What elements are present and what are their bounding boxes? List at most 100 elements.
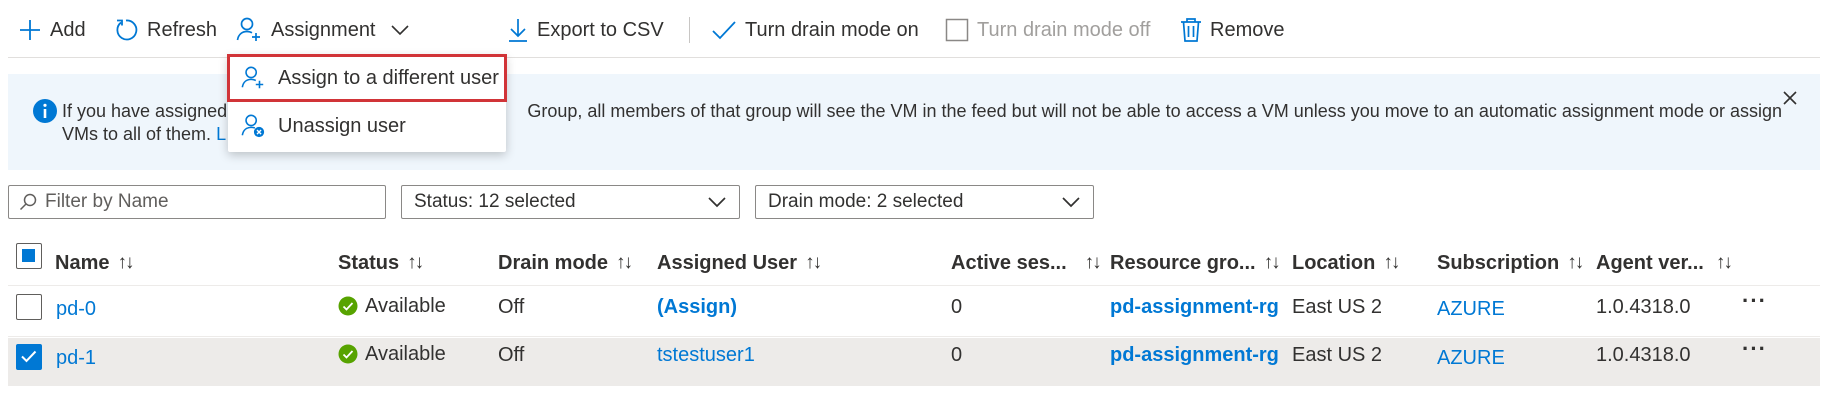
- refresh-label: Refresh: [147, 18, 218, 41]
- cell-user[interactable]: (Assign): [657, 292, 737, 322]
- plus-icon: [18, 18, 42, 42]
- column-header-name[interactable]: Name ↑↓: [55, 246, 134, 280]
- turn-drain-on-button[interactable]: Turn drain mode on: [711, 10, 919, 50]
- chevron-down-icon: [707, 196, 727, 208]
- add-button[interactable]: Add: [18, 10, 86, 50]
- cell-resource-group[interactable]: pd-assignment-rg: [1110, 292, 1279, 322]
- column-header-subscription[interactable]: Subscription ↑↓: [1437, 246, 1584, 280]
- filter-by-name-input[interactable]: Filter by Name: [8, 185, 386, 219]
- search-icon: [19, 193, 37, 211]
- sort-icon: ↑↓: [407, 252, 424, 273]
- column-label: Status: [338, 251, 400, 274]
- column-header-agent-version[interactable]: Agent ver... ↑↓: [1596, 246, 1733, 280]
- available-icon: [338, 296, 358, 316]
- column-header-active-sessions[interactable]: Active ses... ↑↓: [951, 246, 1102, 280]
- available-icon: [338, 344, 358, 364]
- sort-icon: ↑↓: [1383, 252, 1400, 273]
- status-text: Available: [365, 294, 446, 317]
- close-icon[interactable]: [1782, 90, 1798, 106]
- select-all-checkbox[interactable]: [16, 243, 42, 269]
- cell-name[interactable]: pd-0: [56, 294, 96, 324]
- cell-name[interactable]: pd-1: [56, 343, 96, 373]
- sessions-text: 0: [951, 295, 963, 318]
- turn-drain-off-button[interactable]: Turn drain mode off: [945, 10, 1150, 50]
- menu-item-unassign-user[interactable]: Unassign user: [228, 103, 506, 149]
- row-checkbox[interactable]: [16, 294, 42, 320]
- vm-name-link[interactable]: pd-0: [56, 298, 96, 321]
- assigned-user-link[interactable]: tstestuser1: [657, 344, 755, 367]
- cell-status: Available: [338, 291, 446, 321]
- row-checkbox[interactable]: [16, 344, 42, 370]
- agent-text: 1.0.4318.0: [1596, 295, 1691, 318]
- cell-location: East US 2: [1292, 340, 1382, 370]
- checkmark-icon: [711, 19, 737, 41]
- cell-resource-group[interactable]: pd-assignment-rg: [1110, 340, 1279, 370]
- location-text: East US 2: [1292, 343, 1383, 366]
- column-label: Drain mode: [498, 251, 609, 274]
- column-label: Assigned User: [657, 251, 798, 274]
- sort-icon: ↑↓: [616, 252, 633, 273]
- remove-button[interactable]: Remove: [1180, 10, 1284, 50]
- column-header-resource-group[interactable]: Resource gro... ↑↓: [1110, 246, 1281, 280]
- chevron-down-icon: [1061, 196, 1081, 208]
- sort-icon: ↑↓: [1715, 252, 1733, 273]
- sort-icon: ↑↓: [805, 252, 822, 273]
- column-label: Name: [55, 251, 110, 274]
- remove-label: Remove: [1210, 18, 1285, 41]
- column-label: Resource gro...: [1110, 251, 1256, 274]
- assign-different-label: Assign to a different user: [278, 66, 499, 89]
- assignment-label: Assignment: [271, 18, 376, 41]
- assign-link[interactable]: (Assign): [657, 296, 737, 319]
- resource-group-link[interactable]: pd-assignment-rg: [1110, 344, 1279, 367]
- more-options-icon[interactable]: ···: [1742, 288, 1767, 314]
- drain-text: Off: [498, 295, 525, 318]
- drain-on-label: Turn drain mode on: [745, 18, 919, 41]
- status-filter-value: Status: 12 selected: [414, 191, 576, 212]
- column-header-location[interactable]: Location ↑↓: [1292, 246, 1400, 280]
- drain-mode-filter-dropdown[interactable]: Drain mode: 2 selected: [755, 185, 1094, 219]
- vm-name-link[interactable]: pd-1: [56, 347, 96, 370]
- refresh-button[interactable]: Refresh: [113, 10, 217, 50]
- status-text: Available: [365, 342, 446, 365]
- export-label: Export to CSV: [537, 18, 664, 41]
- resource-group-link[interactable]: pd-assignment-rg: [1110, 296, 1279, 319]
- drain-filter-value: Drain mode: 2 selected: [768, 191, 964, 212]
- agent-text: 1.0.4318.0: [1596, 343, 1691, 366]
- drain-off-label: Turn drain mode off: [977, 18, 1151, 41]
- sessions-text: 0: [951, 343, 963, 366]
- cell-status: Available: [338, 339, 446, 369]
- row-divider: [8, 336, 1820, 337]
- assignment-menu: Assign to a different user Unassign user: [227, 54, 507, 152]
- cell-drain: Off: [498, 292, 524, 322]
- subscription-link[interactable]: AZURE: [1437, 298, 1505, 321]
- menu-item-assign-different-user[interactable]: Assign to a different user: [227, 54, 507, 102]
- info-text-line1-start: If you have assigned: [62, 101, 228, 121]
- column-header-assigned-user[interactable]: Assigned User ↑↓: [657, 246, 822, 280]
- cell-sessions: 0: [951, 340, 962, 370]
- column-label: Location: [1292, 251, 1376, 274]
- cell-agent: 1.0.4318.0: [1596, 340, 1691, 370]
- cell-user[interactable]: tstestuser1: [657, 340, 755, 370]
- location-text: East US 2: [1292, 295, 1383, 318]
- refresh-icon: [113, 17, 139, 43]
- sort-icon: ↑↓: [117, 252, 134, 273]
- column-header-drain-mode[interactable]: Drain mode ↑↓: [498, 246, 633, 280]
- cell-subscription[interactable]: AZURE: [1437, 343, 1505, 373]
- cell-drain: Off: [498, 340, 524, 370]
- assignment-button[interactable]: Assignment: [235, 10, 410, 50]
- more-options-icon[interactable]: ···: [1742, 336, 1767, 362]
- info-text-line2: VMs to all of them.: [62, 124, 212, 144]
- sort-icon: ↑↓: [1084, 252, 1102, 273]
- header-divider: [8, 285, 1820, 286]
- status-filter-dropdown[interactable]: Status: 12 selected: [401, 185, 740, 219]
- cell-subscription[interactable]: AZURE: [1437, 294, 1505, 324]
- column-label: Active ses...: [951, 251, 1067, 274]
- selected-row-background: [8, 338, 1820, 386]
- column-header-status[interactable]: Status ↑↓: [338, 246, 424, 280]
- info-learn-more-link[interactable]: L: [216, 124, 226, 144]
- sort-icon: ↑↓: [1263, 252, 1281, 273]
- subscription-link[interactable]: AZURE: [1437, 347, 1505, 370]
- person-add-icon: [240, 65, 266, 91]
- export-csv-button[interactable]: Export to CSV: [507, 10, 664, 50]
- person-add-icon: [235, 16, 263, 44]
